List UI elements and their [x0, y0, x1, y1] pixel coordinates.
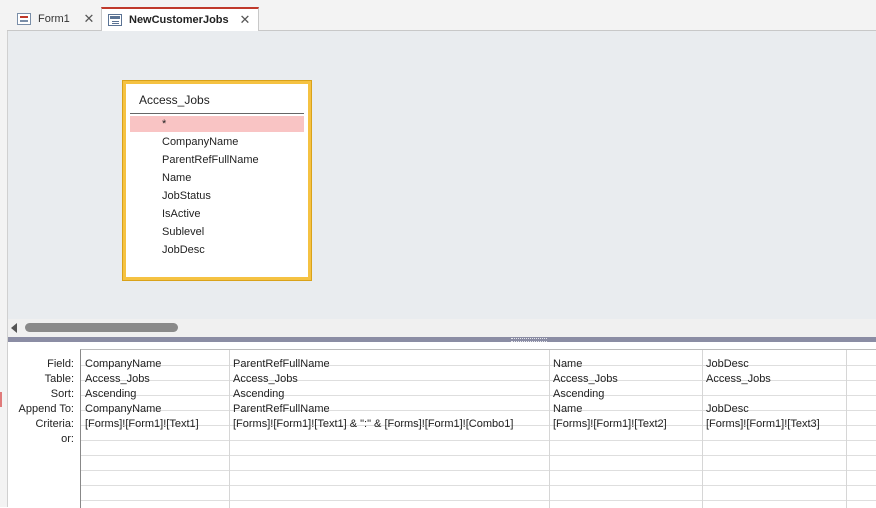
field-list-item[interactable]: CompanyName	[130, 134, 304, 150]
field-list-item[interactable]: IsActive	[130, 206, 304, 222]
grid-row-label: Table:	[44, 373, 74, 385]
grid-cell-append-to[interactable]: ParentRefFullName	[233, 402, 547, 417]
grid-row-label: Sort:	[50, 388, 74, 400]
grid-cell-append-to[interactable]: Name	[553, 402, 700, 417]
field-list-item[interactable]: JobDesc	[130, 242, 304, 258]
field-list-item-label: ParentRefFullName	[162, 154, 259, 166]
field-list-item[interactable]: *	[130, 116, 304, 132]
grid-cell-append-to[interactable]: JobDesc	[706, 402, 844, 417]
grid-cell-criteria[interactable]: [Forms]![Form1]![Text1]	[85, 417, 227, 432]
grid-cell-sort[interactable]: Ascending	[233, 387, 547, 402]
grid-row-line	[81, 455, 876, 456]
horizontal-scrollbar[interactable]	[8, 319, 876, 337]
grid-cell-field[interactable]: JobDesc	[706, 357, 844, 372]
grid-cell-field[interactable]: CompanyName	[85, 357, 227, 372]
field-list-item-label: JobDesc	[162, 244, 205, 256]
grid-column-line	[702, 350, 703, 508]
field-list-item-label: JobStatus	[162, 190, 211, 202]
tab-newcustomerjobs-label: NewCustomerJobs	[129, 14, 229, 26]
tab-form1-label: Form1	[38, 12, 70, 25]
grid-cell-or[interactable]	[233, 432, 547, 447]
grid-cell-sort[interactable]	[706, 387, 844, 402]
grid-cell-or[interactable]	[850, 432, 876, 447]
form-icon	[17, 12, 31, 25]
grid-cell-append-to[interactable]: CompanyName	[85, 402, 227, 417]
grid-cell-table[interactable]: Access_Jobs	[553, 372, 700, 387]
field-list-item-label: Sublevel	[162, 226, 205, 238]
field-list-item-label: CompanyName	[162, 136, 239, 148]
tab-form1[interactable]: Form1 ✕	[11, 7, 103, 30]
field-list-item[interactable]: Sublevel	[130, 224, 304, 240]
grid-row-line	[81, 500, 876, 501]
grid-row-line	[81, 485, 876, 486]
scroll-thumb[interactable]	[25, 323, 178, 332]
grid-row-line	[81, 470, 876, 471]
query-design-grid-area: Field: Table: Sort: Append To: Criteria: or: …	[8, 342, 876, 508]
table-title[interactable]: Access_Jobs	[139, 93, 210, 107]
grid-column-line	[549, 350, 550, 508]
grid-cell-sort[interactable]	[850, 387, 876, 402]
close-icon[interactable]: ✕	[238, 13, 252, 27]
grid-column-line	[229, 350, 230, 508]
grid-row-label: Criteria:	[35, 418, 74, 430]
field-list-item-label: *	[162, 118, 167, 130]
grid-row-labels: Field: Table: Sort: Append To: Criteria: or:	[8, 342, 80, 507]
grid-cell-append-to[interactable]	[850, 402, 876, 417]
grid-cell-or[interactable]	[706, 432, 844, 447]
row-selector-marker	[0, 392, 2, 407]
query-icon	[108, 14, 122, 26]
grid-cell-field[interactable]	[850, 357, 876, 372]
grid-cell-field[interactable]: Name	[553, 357, 700, 372]
grid-row-label: or:	[61, 433, 74, 445]
grid-cell-table[interactable]: Access_Jobs	[233, 372, 547, 387]
grid-cell-criteria[interactable]	[850, 417, 876, 432]
title-separator	[130, 113, 304, 114]
grid-cell-field[interactable]: ParentRefFullName	[233, 357, 547, 372]
grid-cell-sort[interactable]: Ascending	[553, 387, 700, 402]
scroll-left-arrow-icon[interactable]	[11, 323, 17, 333]
grid-row-label: Append To:	[18, 403, 74, 415]
grid-cell-criteria[interactable]: [Forms]![Form1]![Text1] & ":" & [Forms]!…	[233, 417, 547, 432]
grid-row-label: Field:	[47, 358, 74, 370]
document-tab-bar: Form1 ✕ NewCustomerJobs ✕	[7, 7, 876, 31]
grid-cell-table[interactable]: Access_Jobs	[85, 372, 227, 387]
field-list-item[interactable]: ParentRefFullName	[130, 152, 304, 168]
field-list-item-label: IsActive	[162, 208, 201, 220]
query-design-pane[interactable]: Access_Jobs * CompanyName ParentRefFullNam…	[8, 31, 876, 319]
field-list-item-label: Name	[162, 172, 192, 184]
field-list-item[interactable]: JobStatus	[130, 188, 304, 204]
grid-cell-criteria[interactable]: [Forms]![Form1]![Text2]	[553, 417, 700, 432]
grid-cell-or[interactable]	[85, 432, 227, 447]
grid-cell-criteria[interactable]: [Forms]![Form1]![Text3]	[706, 417, 844, 432]
field-list-item[interactable]: Name	[130, 170, 304, 186]
navigation-pane-edge[interactable]	[0, 7, 8, 507]
query-design-grid[interactable]: CompanyName Access_Jobs Ascending CompanyNa…	[80, 349, 876, 508]
tab-newcustomerjobs[interactable]: NewCustomerJobs ✕	[101, 7, 259, 31]
grid-cell-sort[interactable]: Ascending	[85, 387, 227, 402]
grid-column-line	[846, 350, 847, 508]
grid-cell-table[interactable]	[850, 372, 876, 387]
grid-cell-table[interactable]: Access_Jobs	[706, 372, 844, 387]
close-icon[interactable]: ✕	[82, 11, 96, 26]
table-field-list[interactable]: Access_Jobs * CompanyName ParentRefFullNam…	[123, 81, 311, 280]
grid-cell-or[interactable]	[553, 432, 700, 447]
